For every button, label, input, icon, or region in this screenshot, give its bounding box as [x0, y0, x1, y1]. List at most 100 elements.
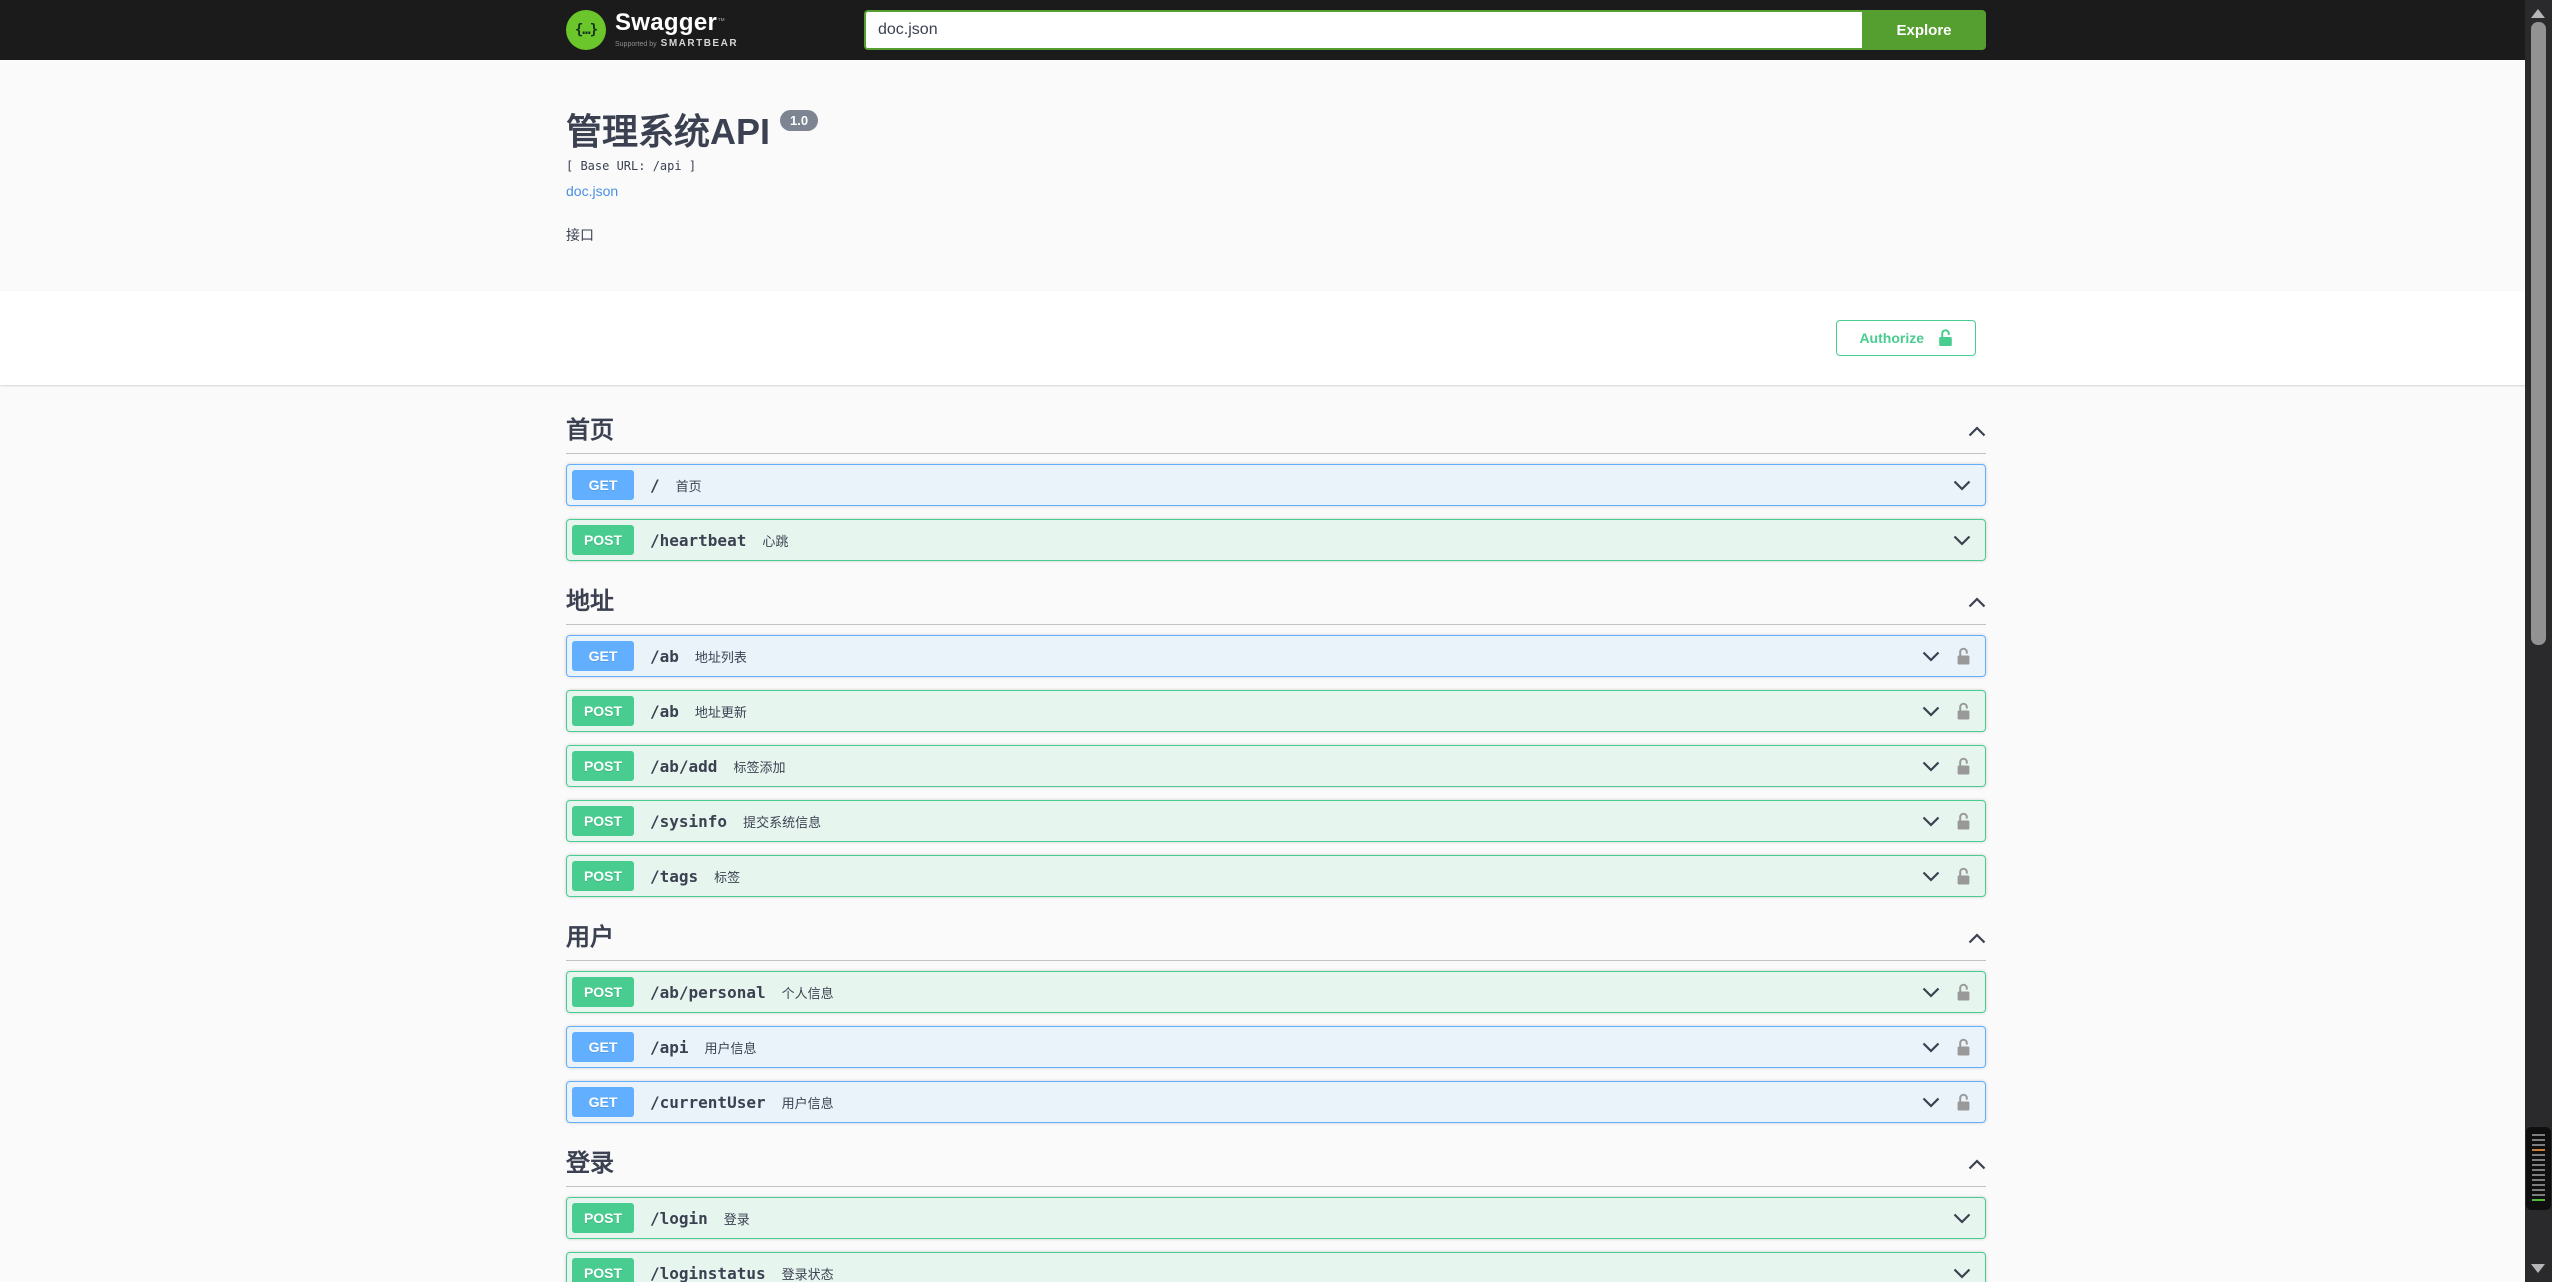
- operation-row[interactable]: GET /ab 地址列表: [566, 635, 1986, 677]
- operation-controls: [1922, 812, 1975, 831]
- api-info-section: 管理系统API 1.0 [ Base URL: /api ] doc.json …: [0, 60, 2552, 291]
- swagger-logo-icon: {…}: [566, 10, 606, 50]
- chevron-up-icon[interactable]: [1968, 596, 1986, 608]
- operation-section: 登录 POST /login 登录 POST /loginstatus 登录状态: [566, 1136, 1986, 1282]
- lock-icon[interactable]: [1956, 812, 1971, 831]
- operation-controls: [1922, 1038, 1975, 1057]
- scrollbar-thumb[interactable]: [2531, 22, 2546, 645]
- section-operations: POST /login 登录 POST /loginstatus 登录状态: [566, 1197, 1986, 1282]
- operation-path: /tags: [650, 866, 699, 886]
- scrollbar-marker-line: [2532, 1149, 2545, 1151]
- method-badge: GET: [572, 641, 634, 671]
- section-header[interactable]: 地址: [566, 574, 1986, 625]
- operation-section: 首页 GET / 首页 POST /heartbeat 心跳: [566, 403, 1986, 561]
- topbar: {…} Swagger™ Supported by SMARTBEAR Expl…: [0, 0, 2552, 60]
- scrollbar-marker-line: [2532, 1169, 2545, 1171]
- operation-row[interactable]: GET /currentUser 用户信息: [566, 1081, 1986, 1123]
- chevron-down-icon[interactable]: [1922, 706, 1940, 717]
- operation-row[interactable]: GET /api 用户信息: [566, 1026, 1986, 1068]
- operation-row[interactable]: POST /loginstatus 登录状态: [566, 1252, 1986, 1282]
- operation-path: /ab/add: [650, 756, 718, 776]
- section-operations: GET /ab 地址列表 POST /ab 地址更新 POST /ab/add …: [566, 635, 1986, 897]
- section-title: 首页: [566, 417, 614, 444]
- section-header[interactable]: 首页: [566, 403, 1986, 454]
- operation-row[interactable]: POST /ab/add 标签添加: [566, 745, 1986, 787]
- scrollbar-marker-line: [2532, 1189, 2545, 1191]
- operation-summary: 用户信息: [704, 1040, 757, 1056]
- operation-row[interactable]: GET / 首页: [566, 464, 1986, 506]
- scrollbar-up-arrow-icon[interactable]: [2531, 9, 2545, 18]
- chevron-down-icon[interactable]: [1922, 1042, 1940, 1053]
- chevron-down-icon[interactable]: [1922, 651, 1940, 662]
- operation-controls: [1922, 867, 1975, 886]
- section-header[interactable]: 用户: [566, 910, 1986, 961]
- operation-path: /sysinfo: [650, 811, 728, 831]
- chevron-down-icon[interactable]: [1922, 1097, 1940, 1108]
- chevron-down-icon[interactable]: [1922, 871, 1940, 882]
- trademark-symbol: ™: [717, 16, 726, 26]
- operation-row[interactable]: POST /heartbeat 心跳: [566, 519, 1986, 561]
- operation-summary: 登录状态: [781, 1266, 834, 1282]
- operation-path: /: [650, 475, 660, 495]
- operation-controls: [1953, 535, 1975, 546]
- spec-doc-link[interactable]: doc.json: [566, 183, 618, 199]
- operation-summary: 地址更新: [694, 704, 747, 720]
- supported-by-label: Supported by: [615, 41, 657, 48]
- method-badge: POST: [572, 977, 634, 1007]
- operation-path: /ab: [650, 646, 679, 666]
- lock-icon[interactable]: [1956, 1093, 1971, 1112]
- operation-controls: [1953, 1268, 1975, 1279]
- smartbear-label: SMARTBEAR: [660, 38, 739, 49]
- operation-row[interactable]: POST /ab 地址更新: [566, 690, 1986, 732]
- method-badge: POST: [572, 861, 634, 891]
- chevron-down-icon[interactable]: [1953, 1268, 1971, 1279]
- api-description: 接口: [566, 227, 594, 243]
- spec-url-input[interactable]: [864, 10, 1862, 50]
- scrollbar-down-arrow-icon[interactable]: [2531, 1264, 2545, 1273]
- operation-controls: [1922, 1093, 1975, 1112]
- version-badge: 1.0: [780, 110, 819, 131]
- lock-icon[interactable]: [1956, 647, 1971, 666]
- spec-url-form: Explore: [864, 10, 1986, 50]
- chevron-down-icon[interactable]: [1953, 480, 1971, 491]
- operation-section: 地址 GET /ab 地址列表 POST /ab 地址更新 POST /ab/a…: [566, 574, 1986, 897]
- chevron-down-icon[interactable]: [1953, 535, 1971, 546]
- operation-path: /heartbeat: [650, 530, 747, 550]
- chevron-down-icon[interactable]: [1922, 761, 1940, 772]
- operation-controls: [1922, 983, 1975, 1002]
- authorize-button[interactable]: Authorize: [1836, 320, 1976, 356]
- chevron-down-icon[interactable]: [1953, 1213, 1971, 1224]
- browser-scrollbar[interactable]: [2525, 0, 2552, 1282]
- chevron-down-icon[interactable]: [1922, 987, 1940, 998]
- operation-controls: [1922, 757, 1975, 776]
- operation-row[interactable]: POST /login 登录: [566, 1197, 1986, 1239]
- lock-icon[interactable]: [1956, 867, 1971, 886]
- chevron-up-icon[interactable]: [1968, 1158, 1986, 1170]
- operation-controls: [1953, 1213, 1975, 1224]
- chevron-up-icon[interactable]: [1968, 425, 1986, 437]
- section-header[interactable]: 登录: [566, 1136, 1986, 1187]
- operation-row[interactable]: POST /tags 标签: [566, 855, 1986, 897]
- api-title: 管理系统API: [566, 111, 771, 152]
- operation-row[interactable]: POST /ab/personal 个人信息: [566, 971, 1986, 1013]
- chevron-down-icon[interactable]: [1922, 816, 1940, 827]
- method-badge: POST: [572, 751, 634, 781]
- operation-row[interactable]: POST /sysinfo 提交系统信息: [566, 800, 1986, 842]
- operation-controls: [1922, 647, 1975, 666]
- explore-button[interactable]: Explore: [1862, 10, 1986, 50]
- scrollbar-marker-line: [2532, 1194, 2545, 1196]
- page-title: 管理系统API 1.0: [566, 110, 1986, 153]
- base-url: [ Base URL: /api ]: [566, 159, 697, 173]
- lock-icon[interactable]: [1956, 757, 1971, 776]
- lock-icon[interactable]: [1956, 1038, 1971, 1057]
- operation-path: /login: [650, 1208, 708, 1228]
- method-badge: GET: [572, 470, 634, 500]
- lock-icon[interactable]: [1956, 983, 1971, 1002]
- operation-summary: 提交系统信息: [743, 814, 822, 830]
- scrollbar-marker-line: [2532, 1199, 2545, 1201]
- scrollbar-marker-line: [2532, 1144, 2545, 1146]
- operation-summary: 标签添加: [733, 759, 786, 775]
- swagger-logo[interactable]: {…} Swagger™ Supported by SMARTBEAR: [566, 10, 738, 50]
- chevron-up-icon[interactable]: [1968, 932, 1986, 944]
- lock-icon[interactable]: [1956, 702, 1971, 721]
